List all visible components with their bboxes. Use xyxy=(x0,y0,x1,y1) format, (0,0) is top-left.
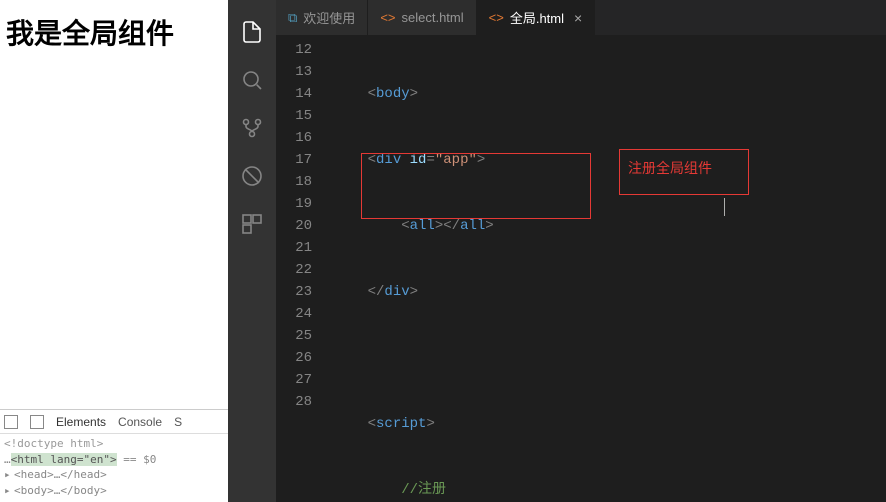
dom-head[interactable]: ▸<head>…</head> xyxy=(4,467,224,482)
tab-global[interactable]: <> 全局.html × xyxy=(477,0,596,35)
code-line: <script> xyxy=(334,413,886,435)
line-number: 27 xyxy=(276,369,312,391)
vs-logo-icon: ⧉ xyxy=(288,10,297,26)
line-number: 19 xyxy=(276,193,312,215)
code-line: </div> xyxy=(334,281,886,303)
code-editor[interactable]: 1213141516171819202122232425262728 <body… xyxy=(276,35,886,502)
line-number: 17 xyxy=(276,149,312,171)
activity-bar xyxy=(228,0,276,502)
line-number: 15 xyxy=(276,105,312,127)
line-number: 21 xyxy=(276,237,312,259)
line-number: 22 xyxy=(276,259,312,281)
line-number: 13 xyxy=(276,61,312,83)
line-number: 20 xyxy=(276,215,312,237)
devtools-panel: Elements Console S <!doctype html> …<htm… xyxy=(0,409,228,502)
tab-label: 欢迎使用 xyxy=(303,8,355,27)
code-line: //注册 xyxy=(334,479,886,501)
dom-doctype: <!doctype html> xyxy=(4,436,224,451)
devtools-tabs: Elements Console S xyxy=(0,410,228,434)
line-number: 24 xyxy=(276,303,312,325)
line-number: 26 xyxy=(276,347,312,369)
html-file-icon: <> xyxy=(489,10,504,25)
editor-tabs: ⧉ 欢迎使用 <> select.html <> 全局.html × xyxy=(276,0,886,35)
tab-label: 全局.html xyxy=(510,8,564,27)
code-line: <div id="app"> xyxy=(334,149,886,171)
line-number: 12 xyxy=(276,39,312,61)
line-gutter: 1213141516171819202122232425262728 xyxy=(276,35,326,502)
tab-label: select.html xyxy=(402,10,464,25)
line-number: 23 xyxy=(276,281,312,303)
editor-main: ⧉ 欢迎使用 <> select.html <> 全局.html × 12131… xyxy=(276,0,886,502)
code-content[interactable]: <body> <div id="app"> <all></all> </div>… xyxy=(326,35,886,502)
devtools-tab-console[interactable]: Console xyxy=(118,415,162,429)
text-cursor xyxy=(724,198,725,216)
dom-html-open[interactable]: …<html lang="en"> == $0 xyxy=(4,452,224,467)
devtools-tab-elements[interactable]: Elements xyxy=(56,415,106,429)
close-icon[interactable]: × xyxy=(574,10,582,26)
extensions-icon[interactable] xyxy=(228,200,276,248)
vscode-panel: ⧉ 欢迎使用 <> select.html <> 全局.html × 12131… xyxy=(228,0,886,502)
explorer-icon[interactable] xyxy=(228,8,276,56)
code-line: <all></all> xyxy=(334,215,886,237)
source-control-icon[interactable] xyxy=(228,104,276,152)
device-toolbar-icon[interactable] xyxy=(30,415,44,429)
inspect-icon[interactable] xyxy=(4,415,18,429)
line-number: 25 xyxy=(276,325,312,347)
code-line xyxy=(334,347,886,369)
browser-preview-panel: 我是全局组件 Elements Console S <!doctype html… xyxy=(0,0,228,502)
debug-icon[interactable] xyxy=(228,152,276,200)
line-number: 16 xyxy=(276,127,312,149)
tab-welcome[interactable]: ⧉ 欢迎使用 xyxy=(276,0,368,35)
devtools-tab-sources[interactable]: S xyxy=(174,415,182,429)
page-title: 我是全局组件 xyxy=(6,12,228,52)
rendered-page: 我是全局组件 xyxy=(0,0,228,52)
html-file-icon: <> xyxy=(380,10,395,25)
line-number: 14 xyxy=(276,83,312,105)
tab-select[interactable]: <> select.html xyxy=(368,0,476,35)
dom-body[interactable]: ▸<body>…</body> xyxy=(4,483,224,498)
search-icon[interactable] xyxy=(228,56,276,104)
code-line: <body> xyxy=(334,83,886,105)
line-number: 28 xyxy=(276,391,312,413)
devtools-dom-tree[interactable]: <!doctype html> …<html lang="en"> == $0 … xyxy=(0,434,228,502)
line-number: 18 xyxy=(276,171,312,193)
